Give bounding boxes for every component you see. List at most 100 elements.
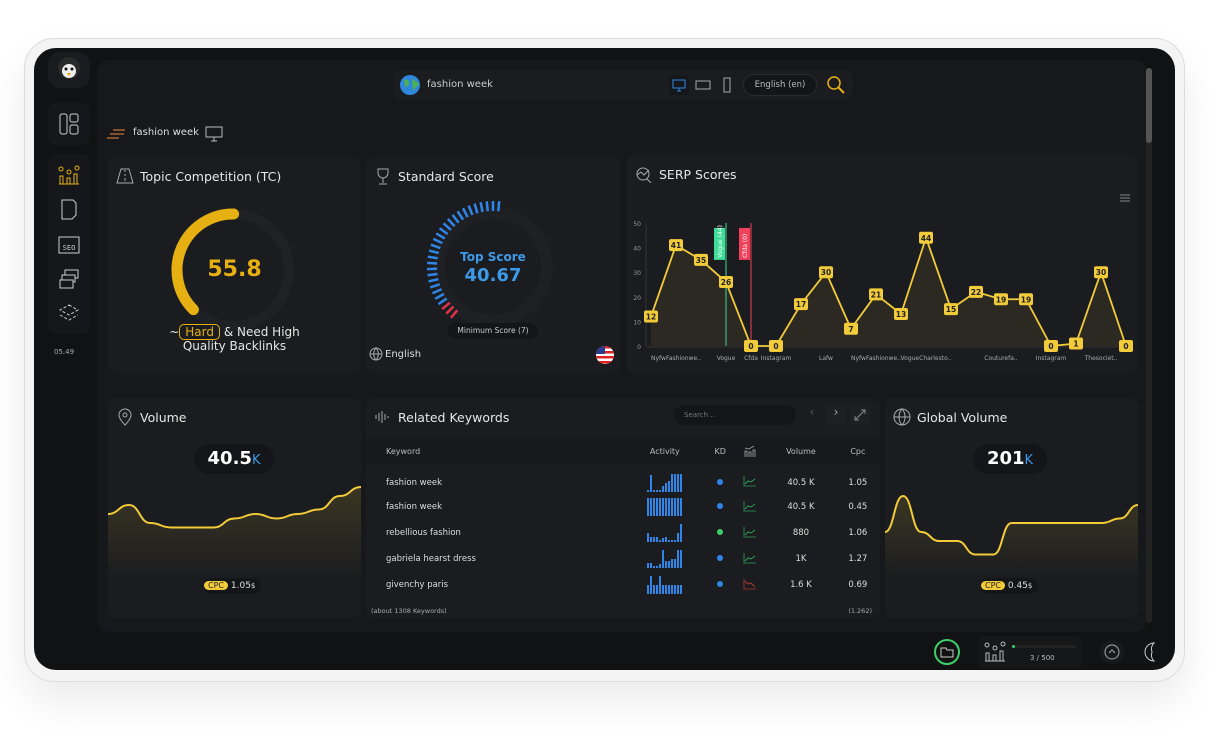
activity-bar: [658, 540, 661, 542]
keyword-cell[interactable]: rebellious fashion: [366, 520, 623, 546]
keyword-cell[interactable]: fashion week: [366, 494, 623, 520]
card-title: Related Keywords: [398, 410, 510, 425]
trend-cell: [734, 520, 767, 546]
activity-bar: [676, 473, 679, 492]
kd-cell: [707, 546, 734, 572]
main-panel: fashion week English (en) fashion week T…: [97, 60, 1147, 632]
keyword-search-input[interactable]: [674, 405, 796, 425]
activity-bar: [679, 473, 682, 492]
area-fill: [885, 496, 1138, 578]
location-pin-icon: [118, 408, 132, 426]
dashboard-button[interactable]: [48, 103, 90, 145]
activity-bar: [667, 540, 670, 542]
table-row[interactable]: givenchy paris 1.6 K 0.69: [366, 572, 880, 598]
folder-button[interactable]: [931, 636, 963, 668]
activity-bar: [670, 585, 673, 594]
activity-bar: [679, 524, 682, 542]
global-volume-card: Global Volume 201K CPC 0.45$: [885, 398, 1138, 618]
column-header[interactable]: Cpc: [836, 438, 880, 468]
activity-bar: [673, 498, 676, 516]
trophy-icon: [377, 168, 389, 185]
top-bar: fashion week English (en): [393, 70, 853, 100]
scroll-top-button[interactable]: [1100, 640, 1124, 664]
version-label: 05.49: [54, 348, 75, 356]
next-page-button[interactable]: ›: [826, 405, 846, 425]
desktop-view-button[interactable]: [669, 75, 689, 95]
activity-bar: [673, 585, 676, 594]
cpc-value: 0.45: [1007, 581, 1028, 591]
tablet-view-button[interactable]: [693, 75, 713, 95]
table-row[interactable]: fashion week 40.5 K 0.45: [366, 494, 880, 520]
activity-bar: [664, 498, 667, 516]
activity-bar: [670, 540, 673, 542]
avatar[interactable]: [48, 52, 90, 88]
activity-bar: [676, 498, 679, 516]
data-label: 30: [1096, 268, 1106, 277]
gauge-tick: [497, 201, 501, 212]
column-header[interactable]: Keyword: [366, 438, 623, 468]
cpc-cell: 1.27: [848, 554, 868, 564]
y-tick-label: 10: [633, 319, 641, 326]
activity-bar: [649, 498, 652, 516]
activity-bar: [658, 498, 661, 516]
activity-bar: [655, 566, 658, 568]
data-label: 21: [871, 290, 881, 299]
data-label: 0: [773, 342, 778, 351]
card-title: Global Volume: [917, 410, 1008, 425]
tilde: ~: [169, 325, 180, 339]
column-header[interactable]: KD: [707, 438, 734, 468]
analytics-icon[interactable]: [58, 164, 80, 186]
y-tick-label: 50: [633, 221, 641, 228]
language-selector[interactable]: English (en): [743, 74, 817, 96]
column-header[interactable]: [734, 438, 767, 468]
volume-cell: 1.6 K: [790, 580, 812, 590]
minimum-score: Minimum Score (7): [448, 323, 538, 339]
globe-icon: [400, 75, 420, 95]
prev-page-button[interactable]: ‹: [802, 405, 822, 425]
card-title: Topic Competition (TC): [140, 169, 282, 184]
data-label: 17: [796, 300, 806, 309]
table-row[interactable]: rebellious fashion 880 1.06: [366, 520, 880, 546]
activity-bar: [670, 498, 673, 516]
expand-button[interactable]: [850, 405, 870, 425]
layers-icon[interactable]: [58, 268, 80, 290]
scrollbar[interactable]: [1146, 68, 1152, 623]
data-label: 26: [721, 278, 731, 287]
data-label: 44: [921, 234, 931, 243]
keyword-cell[interactable]: givenchy paris: [366, 572, 623, 598]
data-label: 0: [748, 342, 753, 351]
svg-text:SEO: SEO: [63, 244, 76, 252]
activity-bar: [658, 564, 661, 568]
activity-bar: [652, 498, 655, 516]
keyword-cell[interactable]: gabriela hearst dress: [366, 546, 623, 572]
activity-bar: [661, 486, 664, 492]
activity-bar: [679, 550, 682, 568]
layout-icon: [59, 113, 79, 135]
trend-cell: [734, 468, 767, 494]
activity-bar: [670, 473, 673, 492]
keyword-cell[interactable]: fashion week: [366, 468, 623, 494]
scrollbar-thumb[interactable]: [1146, 68, 1152, 143]
keyword-count: (about 1308 Keywords): [371, 607, 447, 615]
usage-progress-fill: [1012, 645, 1015, 648]
column-header[interactable]: Activity: [623, 438, 707, 468]
activity-bar: [670, 559, 673, 568]
menu-lines-icon[interactable]: [107, 128, 127, 140]
data-label: 19: [1021, 295, 1031, 304]
seo-icon[interactable]: SEO: [58, 234, 80, 256]
table-row[interactable]: gabriela hearst dress 1K 1.27: [366, 546, 880, 572]
activity-cell: [623, 546, 707, 572]
dark-mode-toggle[interactable]: [1140, 640, 1164, 664]
activity-bar: [655, 585, 658, 594]
column-header[interactable]: Volume: [766, 438, 836, 468]
table-row[interactable]: fashion week 40.5 K 1.05: [366, 468, 880, 494]
data-label: 0: [1048, 342, 1053, 351]
mobile-view-button[interactable]: [717, 75, 737, 95]
cpc-label: CPC: [204, 581, 228, 590]
search-icon[interactable]: [825, 74, 847, 96]
card-title: Standard Score: [398, 169, 494, 184]
stack-icon[interactable]: [58, 302, 80, 324]
document-icon[interactable]: [58, 198, 80, 220]
annotation-label: Cfda (0): [742, 234, 749, 258]
trend-cell: [734, 572, 767, 598]
